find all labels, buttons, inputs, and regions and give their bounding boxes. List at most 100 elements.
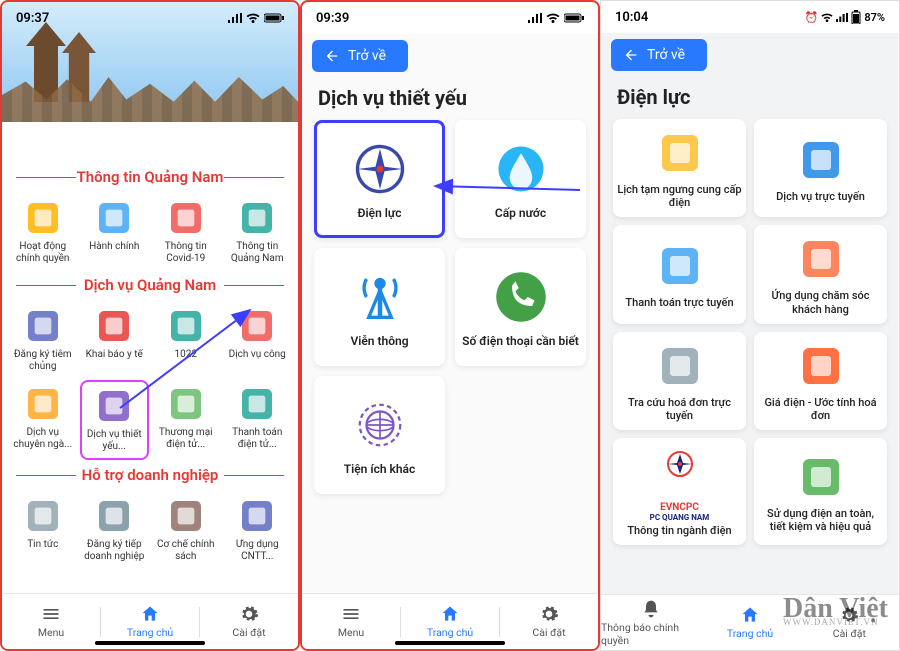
nav-label: Trang chủ <box>727 627 773 640</box>
cash-icon <box>237 384 277 424</box>
service-card-invoice-search[interactable]: Tra cứu hoá đơn trực tuyến <box>613 332 746 430</box>
app-tile-star[interactable]: Dịch vụ công <box>223 302 293 378</box>
home-indicator <box>95 641 205 645</box>
section-title: Thông tin Quảng Nam <box>8 168 292 186</box>
battery-pct: 87% <box>864 11 885 24</box>
service-card-globe-gear[interactable]: Tiện ích khác <box>314 376 445 494</box>
service-card-evn-cpc[interactable]: EVNCPCPC QUANG NAMThông tin ngành điện <box>613 438 746 545</box>
app-tile-policy[interactable]: Cơ chế chính sách <box>151 492 221 568</box>
app-tile-essential-monitor[interactable]: Dịch vụ thiết yếu... <box>80 380 150 460</box>
tile-label: Ứng dụng CNTT... <box>225 539 291 562</box>
nav-menu[interactable]: Menu <box>2 594 100 649</box>
app-tile-news-screen[interactable]: Thông tin Quảng Nam <box>223 194 293 270</box>
apps-grid-icon <box>797 235 845 283</box>
app-tile-vaccine[interactable]: Đăng ký tiêm chủng <box>8 302 78 378</box>
tile-label: Dịch vụ thiết yếu... <box>84 429 146 452</box>
building-icon <box>94 198 134 238</box>
service-card-evn[interactable]: Điện lực <box>314 120 445 238</box>
card-label: Thanh toán trực tuyến <box>625 296 733 309</box>
price-estimate-icon <box>797 342 845 390</box>
service-card-water-drop[interactable]: Cấp nước <box>455 120 586 238</box>
app-tile-covid[interactable]: Thông tin Covid-19 <box>151 194 221 270</box>
nav-menu[interactable]: Menu <box>302 594 400 649</box>
service-card-plug-schedule[interactable]: Lịch tạm ngưng cung cấp điện <box>613 119 746 217</box>
alarm-icon: ⏰ <box>805 11 819 24</box>
service-card-price-estimate[interactable]: Giá điện - Ước tính hoá đơn <box>754 332 887 430</box>
service-card-pay-online[interactable]: Thanh toán trực tuyến <box>613 225 746 323</box>
nav-label: Menu <box>38 626 64 639</box>
page-title: Dịch vụ thiết yếu <box>302 82 598 120</box>
nav-bell[interactable]: Thông báo chính quyền <box>601 595 700 650</box>
page-title: Điện lực <box>601 81 899 119</box>
invoice-search-icon <box>656 342 704 390</box>
gear-dual-icon <box>23 384 63 424</box>
menu-icon <box>341 604 361 624</box>
card-label: Sử dụng điện an toàn, tiết kiệm và hiệu … <box>758 507 883 533</box>
phone-screen-3: 10:04 ⏰ 87% Trở về Điện lực Lịch tạm ngư… <box>600 0 900 651</box>
nav-gear[interactable]: Cài đặt <box>200 594 298 649</box>
phone-screen-2: 09:39 Trở về Dịch vụ thiết yếu Điện lựcC… <box>300 0 600 651</box>
policy-icon <box>166 496 206 536</box>
battery-icon <box>851 10 861 24</box>
tile-label: 1022 <box>175 349 197 361</box>
government-icon <box>23 198 63 238</box>
tile-label: Hoạt động chính quyền <box>10 241 76 264</box>
app-tile-gear-dual[interactable]: Dịch vụ chuyên ngà... <box>8 380 78 460</box>
back-button[interactable]: Trở về <box>312 40 408 72</box>
app-tile-cart[interactable]: Thương mại điện tử... <box>151 380 221 460</box>
tile-label: Thương mại điện tử... <box>153 427 219 450</box>
nav-label: Cài đặt <box>232 626 265 639</box>
card-logo-sub: PC QUANG NAM <box>650 513 710 522</box>
app-tile-cash[interactable]: Thanh toán điện tử... <box>223 380 293 460</box>
evn-cpc-icon <box>656 448 704 496</box>
home-indicator <box>395 641 505 645</box>
signal-icon <box>836 13 848 22</box>
covid-icon <box>166 198 206 238</box>
eco-bulb-icon <box>797 453 845 501</box>
tile-label: Đăng ký tiếp doanh nghiệp <box>82 539 148 562</box>
signal-icon <box>228 13 242 23</box>
wifi-icon <box>246 13 260 23</box>
water-drop-icon <box>494 142 548 196</box>
nav-label: Trang chủ <box>427 626 473 639</box>
medical-declare-icon <box>94 306 134 346</box>
app-tile-notebook[interactable]: 1022 <box>151 302 221 378</box>
news-screen-icon <box>237 198 277 238</box>
section-title: Hỗ trợ doanh nghiệp <box>8 466 292 484</box>
app-tile-building[interactable]: Hành chính <box>80 194 150 270</box>
newspaper-icon <box>23 496 63 536</box>
nav-label: Cài đặt <box>833 627 866 640</box>
signal-icon <box>528 13 542 23</box>
home-icon <box>140 604 160 624</box>
service-card-phone[interactable]: Số điện thoại cần biết <box>455 248 586 366</box>
antenna-icon <box>353 270 407 324</box>
status-indicators: ⏰ 87% <box>805 10 885 24</box>
battery-icon <box>564 13 584 23</box>
online-service-icon <box>797 136 845 184</box>
service-card-antenna[interactable]: Viễn thông <box>314 248 445 366</box>
status-bar-1: 09:37 <box>2 2 298 34</box>
nav-label: Thông báo chính quyền <box>601 621 700 647</box>
back-button[interactable]: Trở về <box>611 39 707 71</box>
service-card-apps-grid[interactable]: Ứng dụng chăm sóc khách hàng <box>754 225 887 323</box>
app-tile-newspaper[interactable]: Tin tức <box>8 492 78 568</box>
status-time: 09:39 <box>316 11 349 26</box>
nav-label: Trang chủ <box>127 626 173 639</box>
tile-label: Cơ chế chính sách <box>153 539 219 562</box>
app-tile-form[interactable]: Đăng ký tiếp doanh nghiệp <box>80 492 150 568</box>
watermark: Dân Việt WWW.DANVIET.VN <box>783 599 888 625</box>
nav-gear[interactable]: Cài đặt <box>500 594 598 649</box>
app-tile-government[interactable]: Hoạt động chính quyền <box>8 194 78 270</box>
tile-label: Thông tin Covid-19 <box>153 241 219 264</box>
service-card-online-service[interactable]: Dịch vụ trực tuyến <box>754 119 887 217</box>
notebook-icon <box>166 306 206 346</box>
menu-icon <box>41 604 61 624</box>
app-tile-app-screen[interactable]: Ứng dụng CNTT... <box>223 492 293 568</box>
tile-label: Thông tin Quảng Nam <box>225 241 291 264</box>
phone-icon <box>494 270 548 324</box>
tile-label: Đăng ký tiêm chủng <box>10 349 76 372</box>
app-tile-medical-declare[interactable]: Khai báo y tế <box>80 302 150 378</box>
card-label: Lịch tạm ngưng cung cấp điện <box>617 183 742 209</box>
back-label: Trở về <box>647 47 685 63</box>
service-card-eco-bulb[interactable]: Sử dụng điện an toàn, tiết kiệm và hiệu … <box>754 438 887 545</box>
